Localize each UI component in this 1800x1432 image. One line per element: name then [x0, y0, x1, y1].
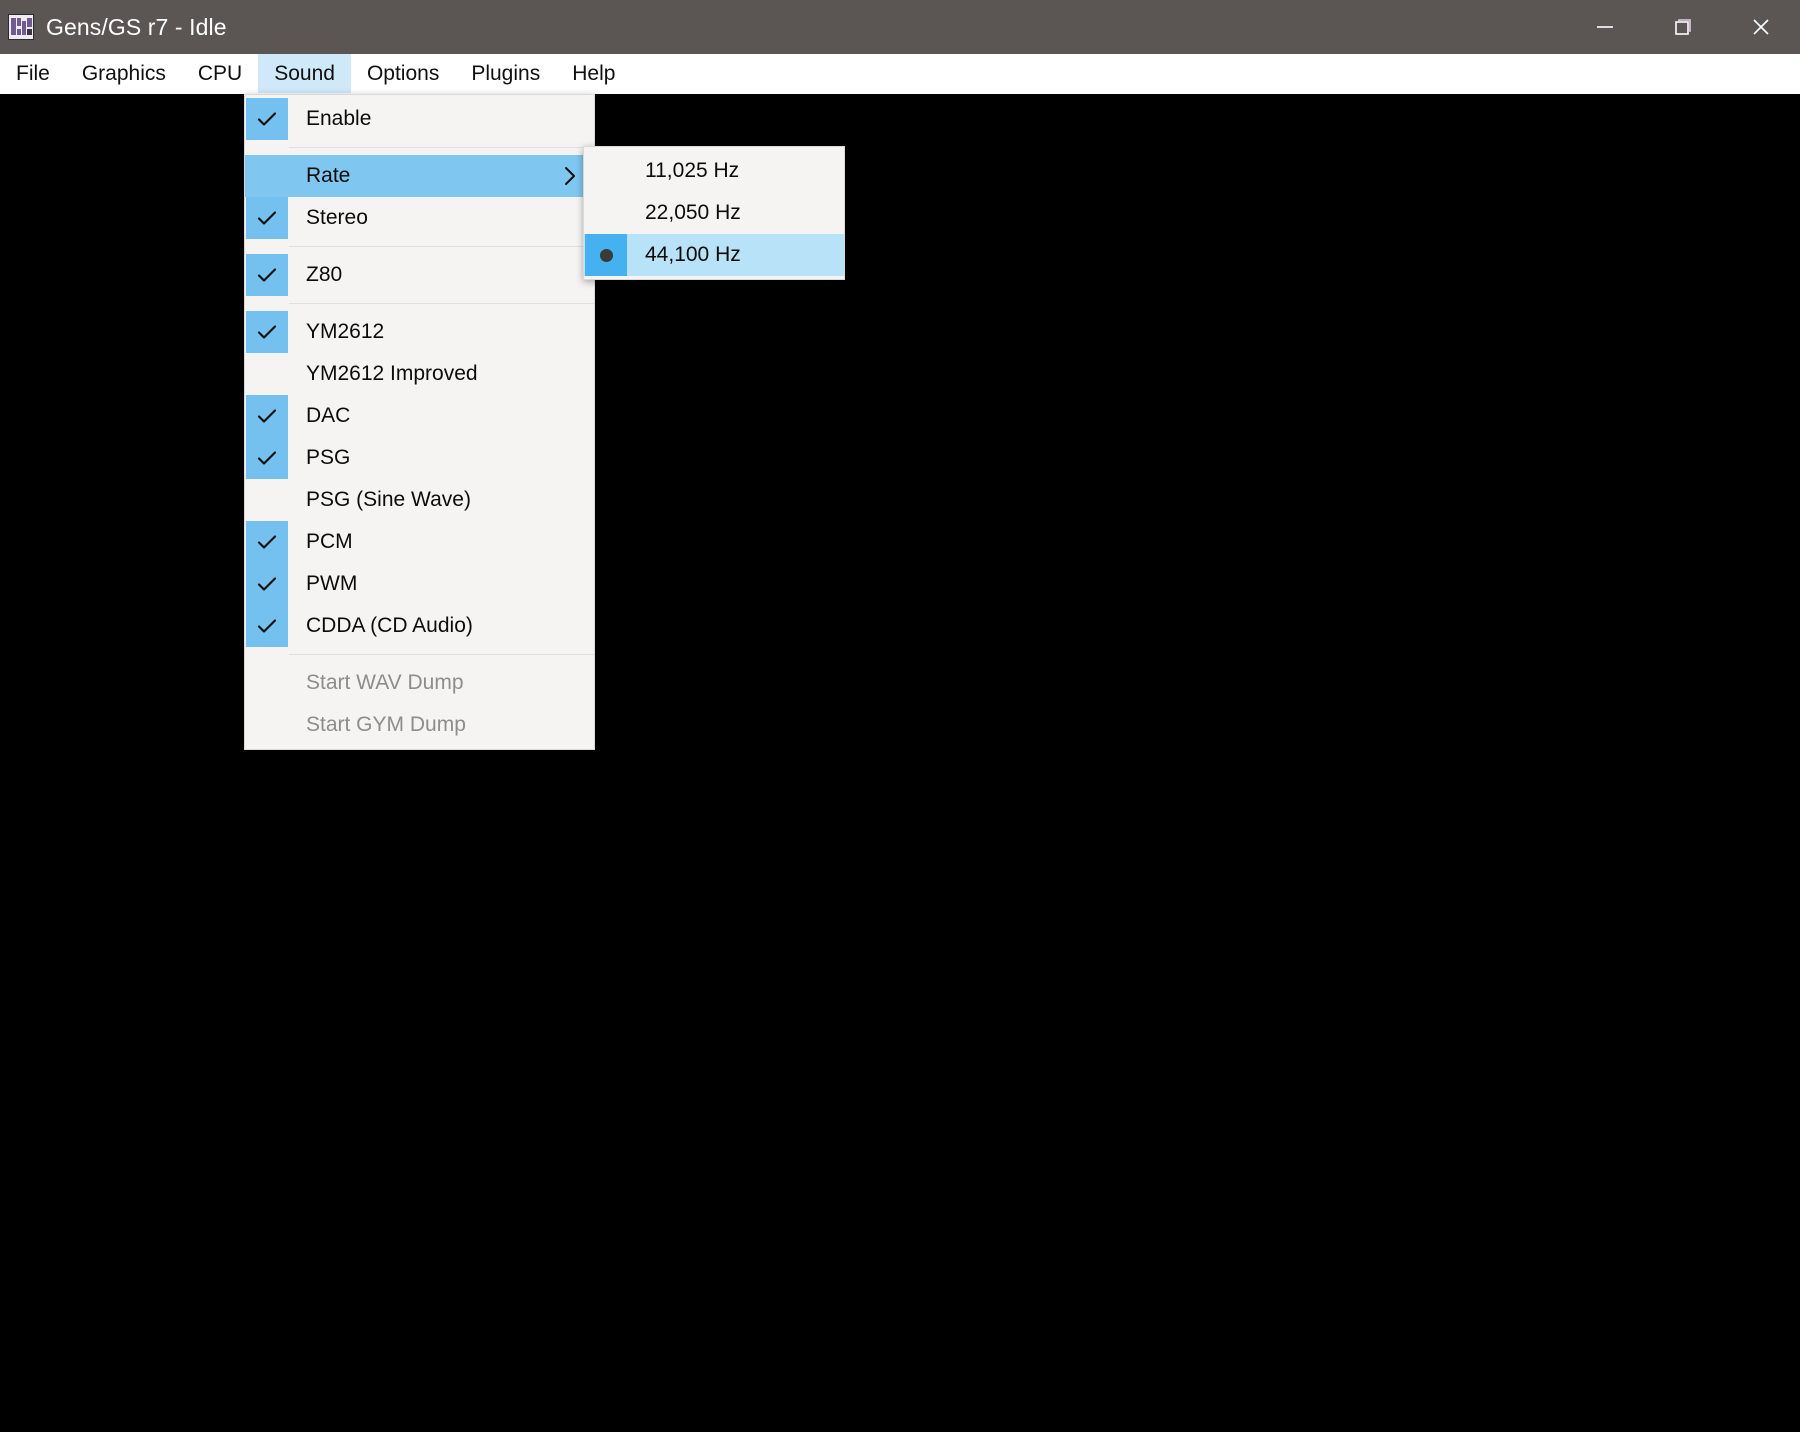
- menu-item-cdda-cd-audio[interactable]: CDDA (CD Audio): [245, 605, 594, 647]
- menu-item-label: PSG (Sine Wave): [306, 488, 471, 511]
- menubar-label: Graphics: [81, 61, 166, 85]
- menu-item-rate[interactable]: Rate: [245, 155, 594, 197]
- menubar-label: Plugins: [471, 61, 541, 85]
- rate-option-label: 22,050 Hz: [645, 201, 741, 224]
- menu-item-ym2612[interactable]: YM2612: [245, 311, 594, 353]
- menu-item-indicator: [245, 479, 289, 521]
- checkmark-icon: [246, 605, 288, 647]
- restore-button[interactable]: [1644, 0, 1722, 54]
- rate-option-44-100-hz[interactable]: 44,100 Hz: [584, 234, 844, 276]
- menubar-label: Help: [572, 61, 616, 85]
- menubar-label: Options: [366, 61, 440, 85]
- checkmark-icon: [246, 563, 288, 605]
- menu-item-label: Start WAV Dump: [306, 671, 464, 694]
- menu-item-label: PSG: [306, 446, 351, 469]
- rate-option-label: 11,025 Hz: [645, 159, 740, 182]
- menubar-item-sound[interactable]: Sound: [258, 54, 351, 93]
- rate-submenu: 11,025 Hz 22,050 Hz 44,100 Hz: [583, 146, 845, 280]
- menubar-label: File: [16, 61, 50, 85]
- menu-item-indicator: [245, 605, 289, 647]
- menu-item-label: PWM: [306, 572, 358, 595]
- menubar-item-graphics[interactable]: Graphics: [66, 54, 182, 93]
- menubar-label: Sound: [274, 61, 335, 85]
- menu-item-z80[interactable]: Z80: [245, 254, 594, 296]
- window-title: Gens/GS r7 - Idle: [46, 13, 227, 40]
- menu-item-label: PCM: [306, 530, 353, 553]
- rate-option-indicator: [584, 150, 628, 192]
- menu-item-indicator: [245, 437, 289, 479]
- sound-menu: Enable Rate Stereo Z80 YM2612 YM2612 Improved…: [244, 94, 595, 750]
- menu-separator: [289, 303, 594, 304]
- menu-item-pcm[interactable]: PCM: [245, 521, 594, 563]
- menu-item-label: YM2612 Improved: [306, 362, 478, 385]
- menu-item-psg[interactable]: PSG: [245, 437, 594, 479]
- menubar-item-plugins[interactable]: Plugins: [455, 54, 556, 93]
- application-window: Gens/GS r7 - Idle File Graphics CPU Soun…: [0, 0, 1800, 1432]
- menu-item-start-gym-dump: Start GYM Dump: [245, 704, 594, 746]
- checkmark-icon: [246, 521, 288, 563]
- menu-separator: [289, 246, 594, 247]
- checkmark-icon: [246, 437, 288, 479]
- menubar-item-file[interactable]: File: [0, 54, 66, 93]
- menu-separator: [289, 147, 594, 148]
- menu-item-label: Stereo: [306, 206, 368, 229]
- menu-item-indicator: [245, 98, 289, 140]
- menu-item-label: YM2612: [306, 320, 385, 343]
- menu-item-start-wav-dump: Start WAV Dump: [245, 662, 594, 704]
- menu-item-dac[interactable]: DAC: [245, 395, 594, 437]
- window-controls: [1566, 0, 1800, 54]
- checkmark-icon: [246, 254, 288, 296]
- rate-option-22-050-hz[interactable]: 22,050 Hz: [584, 192, 844, 234]
- checkmark-icon: [246, 98, 288, 140]
- menu-item-label: Start GYM Dump: [306, 713, 466, 736]
- menu-item-indicator: [245, 254, 289, 296]
- chevron-right-icon: [562, 155, 578, 197]
- menu-item-pwm[interactable]: PWM: [245, 563, 594, 605]
- close-button[interactable]: [1722, 0, 1800, 54]
- menu-item-indicator: [245, 704, 289, 746]
- menu-item-indicator: [245, 197, 289, 239]
- menu-item-indicator: [245, 662, 289, 704]
- menu-item-indicator: [245, 521, 289, 563]
- menu-item-label: DAC: [306, 404, 351, 427]
- menu-item-stereo[interactable]: Stereo: [245, 197, 594, 239]
- minimize-button[interactable]: [1566, 0, 1644, 54]
- menu-bar: File Graphics CPU Sound Options Plugins …: [0, 54, 1800, 94]
- menubar-label: CPU: [197, 61, 243, 85]
- menu-item-label: Enable: [306, 107, 372, 130]
- rate-option-11-025-hz[interactable]: 11,025 Hz: [584, 150, 844, 192]
- menu-item-indicator: [245, 395, 289, 437]
- menu-item-label: Rate: [306, 164, 351, 187]
- menubar-item-options[interactable]: Options: [351, 54, 455, 93]
- app-icon: [8, 14, 34, 40]
- menu-item-psg-sine-wave[interactable]: PSG (Sine Wave): [245, 479, 594, 521]
- menu-item-label: Z80: [306, 263, 343, 286]
- menu-item-indicator: [245, 353, 289, 395]
- radio-selected-icon: [585, 234, 627, 276]
- menu-item-indicator: [245, 563, 289, 605]
- checkmark-icon: [246, 311, 288, 353]
- rate-option-indicator: [584, 234, 628, 276]
- menubar-item-cpu[interactable]: CPU: [182, 54, 258, 93]
- radio-dot: [599, 248, 613, 262]
- rate-option-label: 44,100 Hz: [645, 243, 741, 266]
- menu-item-ym2612-improved[interactable]: YM2612 Improved: [245, 353, 594, 395]
- menu-item-indicator: [245, 311, 289, 353]
- rate-option-indicator: [584, 192, 628, 234]
- menu-item-enable[interactable]: Enable: [245, 98, 594, 140]
- menubar-item-help[interactable]: Help: [556, 54, 631, 93]
- menu-item-label: CDDA (CD Audio): [306, 614, 473, 637]
- checkmark-icon: [246, 197, 288, 239]
- menu-item-indicator: [245, 155, 289, 197]
- checkmark-icon: [246, 395, 288, 437]
- title-bar: Gens/GS r7 - Idle: [0, 0, 1800, 54]
- menu-separator: [289, 654, 594, 655]
